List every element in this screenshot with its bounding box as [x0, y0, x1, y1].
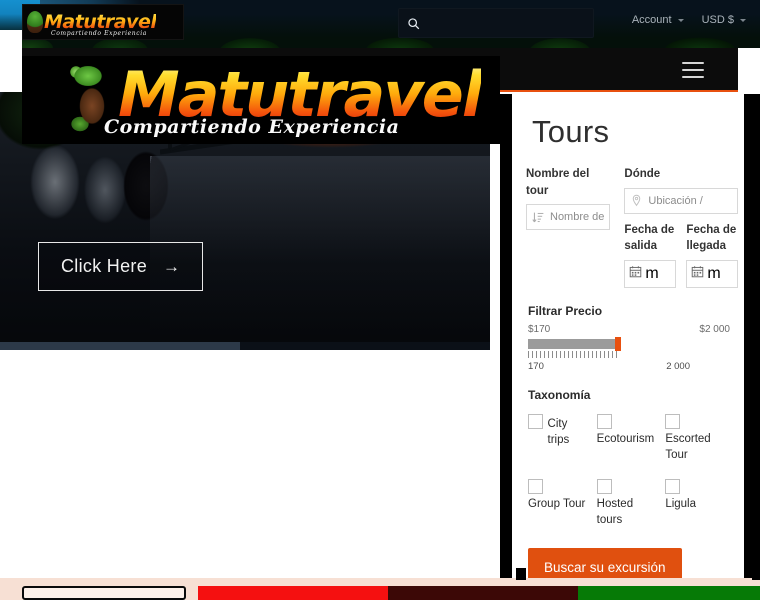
- bottom-strip: [0, 568, 760, 600]
- checkbox[interactable]: [528, 414, 543, 430]
- page-root: Matutravel Compartiendo Experiencia Acco…: [0, 0, 760, 600]
- taxonomy-label: City trips: [547, 418, 570, 446]
- taxonomy-label: Ligula: [665, 498, 697, 511]
- taxonomy-label: Escorted Tour: [665, 433, 711, 461]
- date-to-label: Fecha de llegada: [686, 223, 737, 253]
- header-logo-tagline: Compartiendo Experiencia: [51, 30, 147, 37]
- where-label: Dónde: [624, 168, 661, 180]
- date-to-placeholder: m: [707, 265, 721, 283]
- hero-horizontal-scrollbar[interactable]: [0, 342, 490, 350]
- price-slider-ticks: [528, 351, 618, 359]
- taxonomy-option-escorted-tour[interactable]: Escorted Tour: [663, 408, 732, 473]
- chevron-down-icon: [677, 18, 684, 22]
- taxonomy-option-group-tour[interactable]: Group Tour: [526, 473, 595, 538]
- taxonomy-title: Taxonomía: [528, 388, 591, 403]
- checkbox[interactable]: [665, 414, 681, 430]
- where-input[interactable]: Ubicación /: [624, 187, 739, 214]
- taxonomy-option-hosted-tours[interactable]: Hosted tours: [595, 473, 664, 538]
- panel-left-divider: [500, 94, 512, 578]
- price-max-value: $2 000: [699, 324, 730, 336]
- primary-fields-row: Nombre del tour Nombre de Dónde Ubicació…: [526, 166, 739, 289]
- search-excursion-button[interactable]: Buscar su excursión: [528, 548, 682, 578]
- scrollbar-thumb[interactable]: [0, 342, 240, 350]
- date-from-group: Fecha de salida m: [624, 222, 677, 289]
- where-placeholder: Ubicación /: [648, 194, 703, 207]
- price-values: $170 $2 000: [526, 324, 732, 337]
- date-to-group: Fecha de llegada m: [686, 222, 739, 289]
- account-menu[interactable]: Account: [632, 14, 684, 26]
- currency-menu[interactable]: USD $: [702, 14, 746, 26]
- tours-search-panel: Tours Nombre del tour Nombre de Dónde Ub…: [512, 94, 744, 578]
- checkbox[interactable]: [528, 479, 543, 495]
- frog-mascot-icon: [27, 11, 43, 33]
- price-min-value: $170: [528, 324, 551, 336]
- date-from-input[interactable]: m: [624, 260, 677, 289]
- price-filter-title: Filtrar Precio: [528, 304, 603, 319]
- date-from-placeholder: m: [645, 265, 659, 283]
- taxonomy-option-ecotourism[interactable]: Ecotourism: [595, 408, 664, 473]
- corner-white-block: [0, 30, 22, 48]
- hamburger-menu-icon[interactable]: [682, 62, 704, 78]
- checkbox[interactable]: [596, 479, 612, 495]
- price-scale-min: 170: [528, 361, 544, 373]
- taxonomy-label: Hosted tours: [596, 498, 634, 526]
- bottom-block-green: [578, 586, 760, 600]
- calendar-icon: [691, 265, 704, 283]
- date-fields-row: Fecha de salida m Fecha de llegada m: [624, 222, 739, 289]
- checkbox[interactable]: [665, 479, 681, 495]
- account-label: Account: [631, 14, 672, 26]
- taxonomy-label: Group Tour: [528, 498, 586, 511]
- taxonomy-options: City trips Ecotourism Escorted Tour Grou…: [526, 408, 732, 538]
- tour-name-placeholder: Nombre de: [550, 211, 605, 224]
- header-logo[interactable]: Matutravel Compartiendo Experiencia: [22, 4, 184, 40]
- tour-name-input[interactable]: Nombre de: [526, 204, 611, 231]
- search-input[interactable]: [420, 17, 593, 29]
- map-pin-icon: [630, 194, 643, 207]
- nav-right-gap: [738, 48, 760, 92]
- taxonomy-option-ligula[interactable]: Ligula: [663, 473, 732, 538]
- price-scale-max: 2 000: [666, 361, 690, 373]
- chevron-down-icon: [740, 18, 746, 22]
- brand-tagline: Compartiendo Experiencia: [104, 116, 400, 138]
- search-icon: [407, 17, 420, 30]
- price-slider-handle[interactable]: [615, 337, 621, 352]
- taxonomy-label: Ecotourism: [596, 433, 655, 446]
- bottom-card[interactable]: [22, 586, 186, 600]
- panel-right-divider: [744, 94, 760, 578]
- panel-title: Tours: [532, 114, 610, 149]
- checkbox[interactable]: [596, 414, 612, 430]
- top-bar: Matutravel Compartiendo Experiencia Acco…: [0, 0, 760, 48]
- where-group: Dónde Ubicación / Fecha de salida m Fech…: [624, 166, 739, 289]
- search-box[interactable]: [398, 8, 594, 38]
- arrow-right-icon: →: [163, 257, 181, 276]
- brand-logo-banner[interactable]: Matutravel Compartiendo Experiencia: [22, 56, 500, 144]
- price-scale: 170 2 000: [528, 361, 730, 372]
- bottom-block-dark: [388, 586, 578, 600]
- calendar-icon: [629, 265, 642, 283]
- bottom-tick-left: [516, 568, 526, 580]
- bottom-block-red: [198, 586, 388, 600]
- tour-name-group: Nombre del tour Nombre de: [526, 166, 611, 288]
- date-to-input[interactable]: m: [686, 260, 739, 289]
- currency-label: USD $: [701, 14, 734, 26]
- date-from-label: Fecha de salida: [624, 223, 675, 253]
- header-logo-text: Matutravel: [44, 10, 157, 33]
- price-range-slider[interactable]: [528, 337, 621, 352]
- tour-name-label: Nombre del tour: [526, 168, 590, 197]
- hero-cta-label: Click Here: [61, 256, 148, 276]
- taxonomy-option-city-trips[interactable]: City trips: [526, 408, 595, 473]
- sort-icon: [532, 211, 545, 224]
- top-nav: Account USD $: [632, 14, 746, 26]
- hero-cta-button[interactable]: Click Here →: [38, 242, 204, 291]
